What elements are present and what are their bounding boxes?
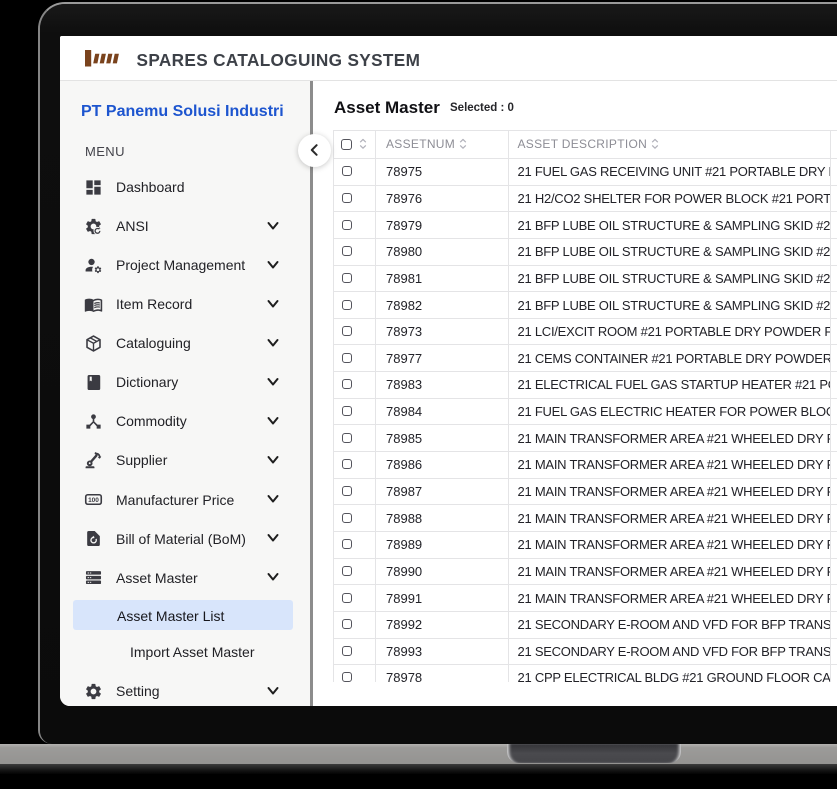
svg-text:100: 100 — [88, 497, 99, 504]
